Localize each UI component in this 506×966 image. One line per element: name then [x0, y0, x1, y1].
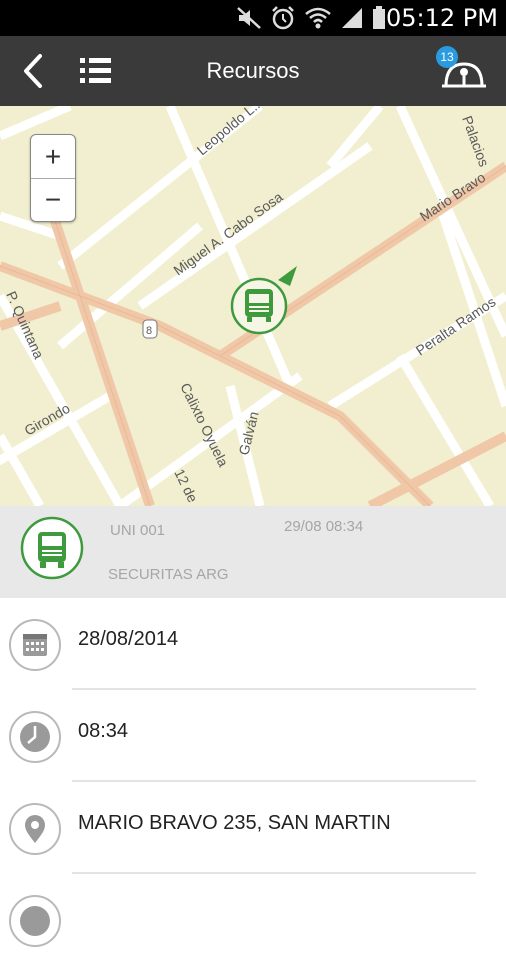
calendar-icon	[9, 619, 61, 671]
zoom-in-button[interactable]: +	[31, 135, 75, 179]
signal-icon	[342, 8, 362, 28]
zoom-control: + −	[30, 134, 76, 222]
status-icons	[236, 4, 386, 32]
clock-icon	[9, 711, 61, 763]
status-bar: 05:12 PM	[0, 0, 506, 36]
notification-count-badge: 13	[436, 46, 458, 68]
detail-time-value: 08:34	[78, 720, 129, 742]
wifi-icon	[305, 7, 331, 29]
truck-icon	[20, 516, 84, 580]
app-bar: Recursos 13	[0, 36, 506, 106]
notifications-button[interactable]: 13	[436, 46, 490, 96]
detail-row-info	[0, 874, 506, 966]
alarm-icon	[272, 6, 294, 30]
battery-icon	[373, 6, 385, 29]
truck-marker-icon[interactable]	[230, 277, 288, 335]
street-label: Leopoldo L...	[194, 106, 266, 158]
heading-arrow	[278, 266, 297, 286]
detail-row-address: MARIO BRAVO 235, SAN MARTIN	[0, 782, 506, 874]
street-label: Palacios	[459, 114, 492, 169]
unit-last-update: 29/08 08:34	[284, 518, 364, 535]
location-pin-icon	[9, 803, 61, 855]
detail-date-value: 28/08/2014	[78, 628, 179, 650]
detail-row-time: 08:34	[0, 690, 506, 782]
status-time: 05:12 PM	[386, 4, 498, 32]
zoom-out-button[interactable]: −	[31, 178, 75, 221]
street-label: 12 de	[171, 466, 201, 505]
detail-address-value: MARIO BRAVO 235, SAN MARTIN	[78, 812, 391, 834]
unit-company: SECURITAS ARG	[108, 566, 229, 583]
info-icon	[9, 895, 61, 947]
unit-name: UNI 001	[110, 522, 166, 539]
mute-icon	[237, 7, 261, 29]
detail-row-date: 28/08/2014	[0, 598, 506, 690]
street-label: 8	[146, 325, 152, 337]
page-title: Recursos	[206, 58, 300, 83]
